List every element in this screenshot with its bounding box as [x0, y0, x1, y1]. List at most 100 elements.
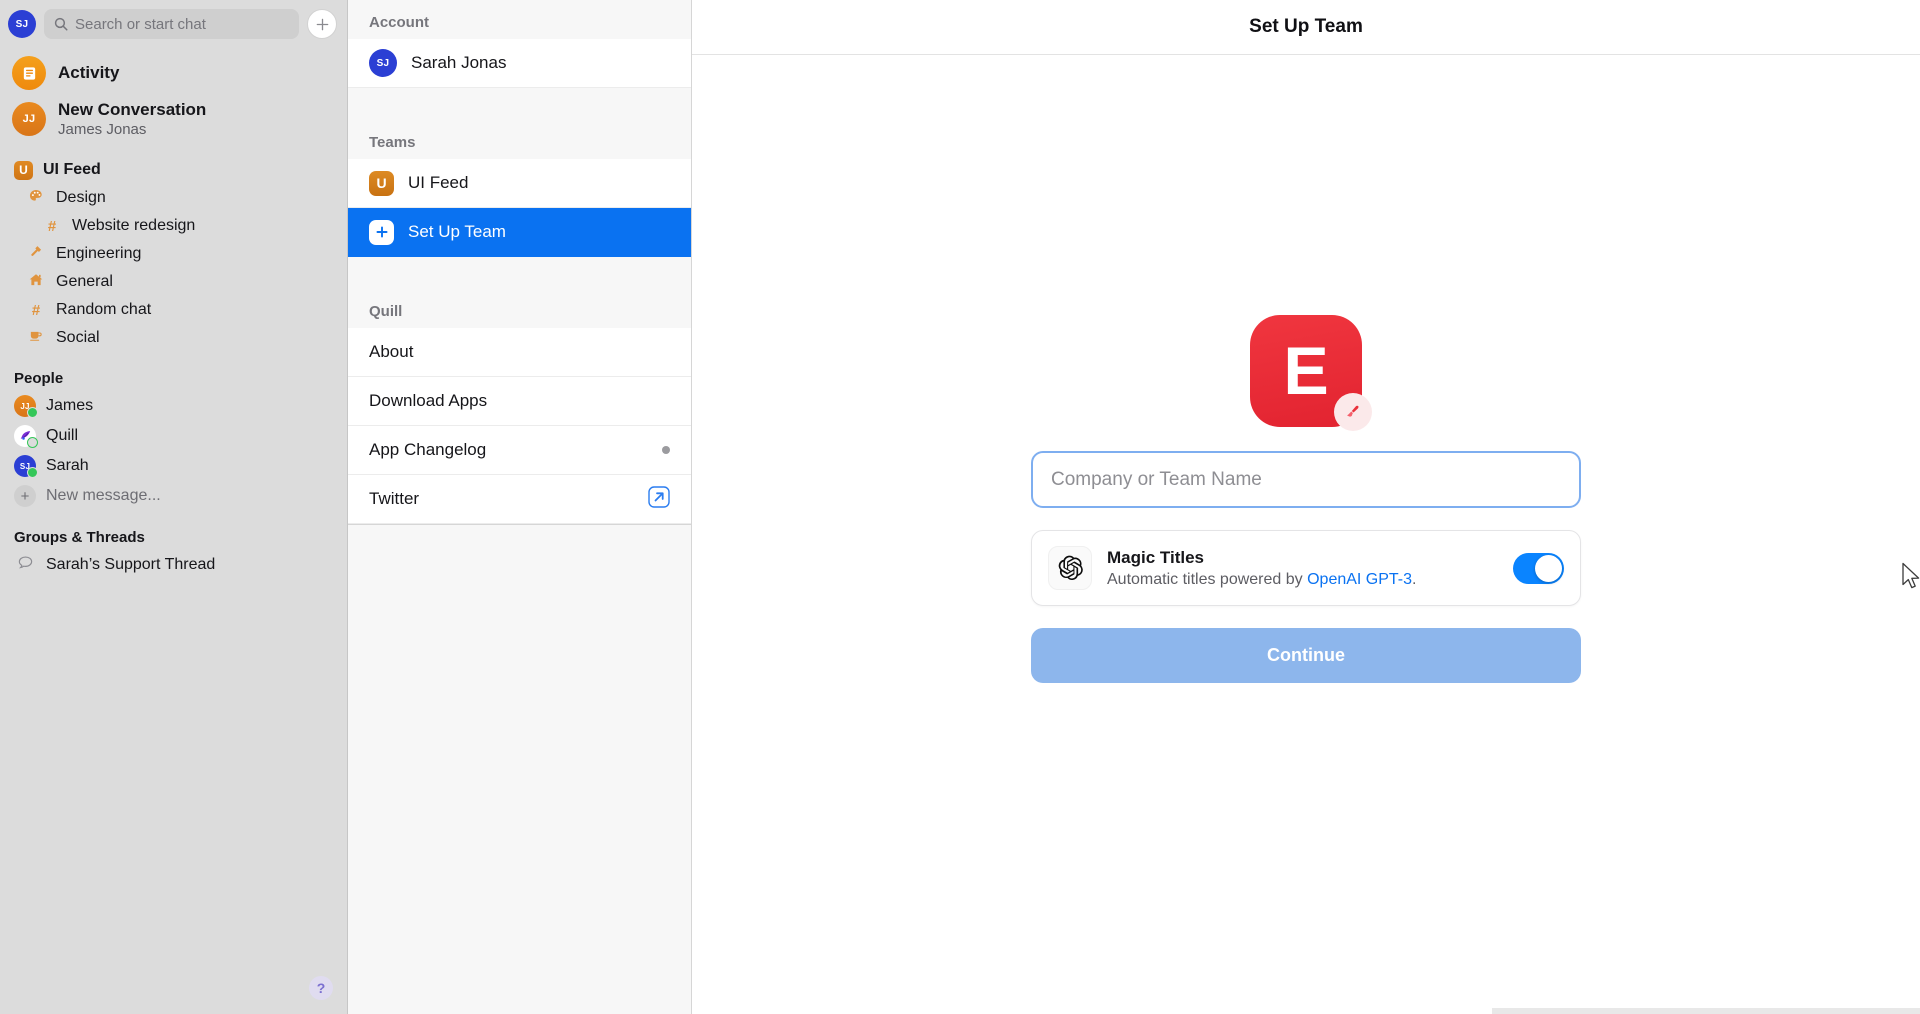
sidebar-item-engineering[interactable]: Engineering — [0, 240, 347, 268]
page-title: Set Up Team — [1249, 16, 1363, 37]
avatar-initials: JJ — [22, 113, 36, 125]
team-badge-icon: U — [14, 160, 33, 180]
palette-glyph-icon — [29, 189, 42, 201]
conversation-title: New Conversation — [58, 100, 207, 119]
panel-item-label: Twitter — [369, 489, 420, 508]
person-name: Quill — [46, 427, 79, 444]
main-header: Set Up Team — [692, 0, 1920, 55]
speech-bubble-icon — [14, 554, 36, 576]
unread-dot-icon — [662, 446, 670, 454]
person-name: James — [46, 397, 94, 414]
people-section-header: People — [14, 370, 64, 387]
presence-indicator-online — [27, 407, 38, 418]
panel-row-ui-feed[interactable]: U UI Feed — [348, 159, 691, 208]
new-chat-button[interactable] — [307, 9, 337, 39]
team-badge-icon: U — [369, 170, 394, 196]
plus-icon: + — [14, 485, 36, 507]
openai-logo-icon — [1048, 546, 1092, 590]
palette-icon — [26, 188, 46, 208]
activity-label: Activity — [58, 63, 120, 82]
sidebar-item-activity[interactable]: Activity — [0, 50, 347, 96]
magic-titles-card: Magic Titles Automatic titles powered by… — [1031, 530, 1581, 606]
group-label: Sarah’s Support Thread — [46, 556, 216, 573]
settings-panel: Account SJ Sarah Jonas Teams U UI Feed S… — [348, 0, 692, 1014]
account-avatar[interactable]: SJ — [8, 10, 36, 38]
sidebar-scroll-area: Activity JJ New Conversation James Jonas… — [0, 48, 347, 1014]
sidebar-item-label: General — [56, 273, 113, 290]
team-badge-letter: U — [376, 175, 387, 191]
groups-section-header: Groups & Threads — [14, 529, 145, 546]
setup-form: E Magic Titles — [692, 55, 1920, 1014]
paintbrush-glyph-icon — [1347, 405, 1359, 417]
sidebar-item-label: Social — [56, 329, 100, 346]
sidebar-item-design[interactable]: Design — [0, 184, 347, 212]
sidebar-item-random-chat[interactable]: # Random chat — [0, 296, 347, 324]
avatar-initials: SJ — [376, 57, 390, 69]
sidebar-item-person-quill[interactable]: Quill — [0, 421, 347, 451]
sidebar-item-website-redesign[interactable]: # Website redesign — [0, 212, 347, 240]
panel-empty-area — [348, 524, 691, 1014]
avatar — [14, 425, 38, 448]
sidebar-item-new-conversation[interactable]: JJ New Conversation James Jonas — [0, 96, 347, 142]
search-input[interactable]: Search or start chat — [44, 9, 299, 39]
sidebar-item-person-james[interactable]: JJ James — [0, 391, 347, 421]
sidebar-team-label: UI Feed — [43, 161, 101, 178]
house-glyph-icon — [29, 274, 43, 286]
team-label: Set Up Team — [408, 222, 506, 241]
panel-row-download-apps[interactable]: Download Apps — [348, 377, 691, 426]
panel-row-about[interactable]: About — [348, 328, 691, 377]
external-link-icon[interactable] — [648, 485, 670, 513]
sidebar-item-ui-feed[interactable]: U UI Feed — [0, 156, 347, 184]
sidebar-item-person-sarah[interactable]: SJ Sarah — [0, 451, 347, 481]
panel-row-set-up-team[interactable]: Set Up Team — [348, 208, 691, 257]
help-icon: ? — [316, 980, 326, 996]
panel-row-twitter[interactable]: Twitter — [348, 475, 691, 524]
bottom-strip — [1492, 1008, 1920, 1014]
hash-icon: # — [31, 301, 41, 319]
avatar: JJ — [14, 395, 38, 418]
openai-gpt3-link[interactable]: OpenAI GPT-3 — [1307, 571, 1412, 588]
sidebar-item-general[interactable]: General — [0, 268, 347, 296]
presence-indicator-online — [27, 467, 38, 478]
magic-subtitle-prefix: Automatic titles powered by — [1107, 570, 1308, 588]
panel-item-label: App Changelog — [369, 440, 487, 459]
panel-section-account: Account — [348, 0, 691, 39]
hash-icon: # — [47, 217, 57, 235]
house-icon — [26, 272, 46, 292]
panel-item-label: Download Apps — [369, 391, 488, 410]
panel-row-app-changelog[interactable]: App Changelog — [348, 426, 691, 475]
help-button[interactable]: ? — [309, 976, 333, 1000]
magic-titles-toggle[interactable] — [1513, 552, 1564, 584]
sidebar-item-social[interactable]: Social — [0, 324, 347, 352]
panel-row-account[interactable]: SJ Sarah Jonas — [348, 39, 691, 88]
sidebar-item-label: Website redesign — [72, 217, 196, 234]
magic-titles-texts: Magic Titles Automatic titles powered by… — [1107, 548, 1498, 589]
coffee-icon — [26, 328, 46, 348]
avatar: SJ — [369, 49, 397, 77]
sidebar-item-sarahs-support-thread[interactable]: Sarah’s Support Thread — [0, 550, 347, 580]
continue-button[interactable]: Continue — [1031, 628, 1581, 683]
team-badge-letter: U — [19, 163, 28, 177]
magic-subtitle-suffix: . — [1412, 570, 1417, 588]
chat-sidebar: SJ Search or start chat Activity JJ New … — [0, 0, 348, 1014]
magic-titles-subtitle: Automatic titles powered by OpenAI GPT-3… — [1107, 571, 1498, 589]
team-avatar-letter: E — [1283, 333, 1329, 409]
avatar: SJ — [14, 455, 38, 478]
plus-icon — [316, 18, 328, 30]
paintbrush-icon[interactable] — [1334, 393, 1372, 431]
hammer-icon — [26, 244, 46, 264]
panel-divider — [348, 88, 691, 122]
sidebar-item-label: Engineering — [56, 245, 142, 262]
sidebar-toolbar: SJ Search or start chat — [0, 0, 347, 48]
account-name: Sarah Jonas — [411, 53, 507, 72]
toggle-knob — [1535, 554, 1562, 582]
hammer-glyph-icon — [31, 246, 42, 256]
presence-indicator-away — [27, 437, 38, 448]
activity-glyph-icon — [23, 66, 35, 80]
team-name-input[interactable] — [1031, 451, 1581, 508]
plus-icon — [369, 219, 394, 245]
sidebar-item-label: Random chat — [56, 301, 152, 318]
team-avatar-editor[interactable]: E — [1250, 315, 1372, 431]
new-message-button[interactable]: + New message... — [0, 481, 347, 511]
person-name: Sarah — [46, 457, 89, 474]
